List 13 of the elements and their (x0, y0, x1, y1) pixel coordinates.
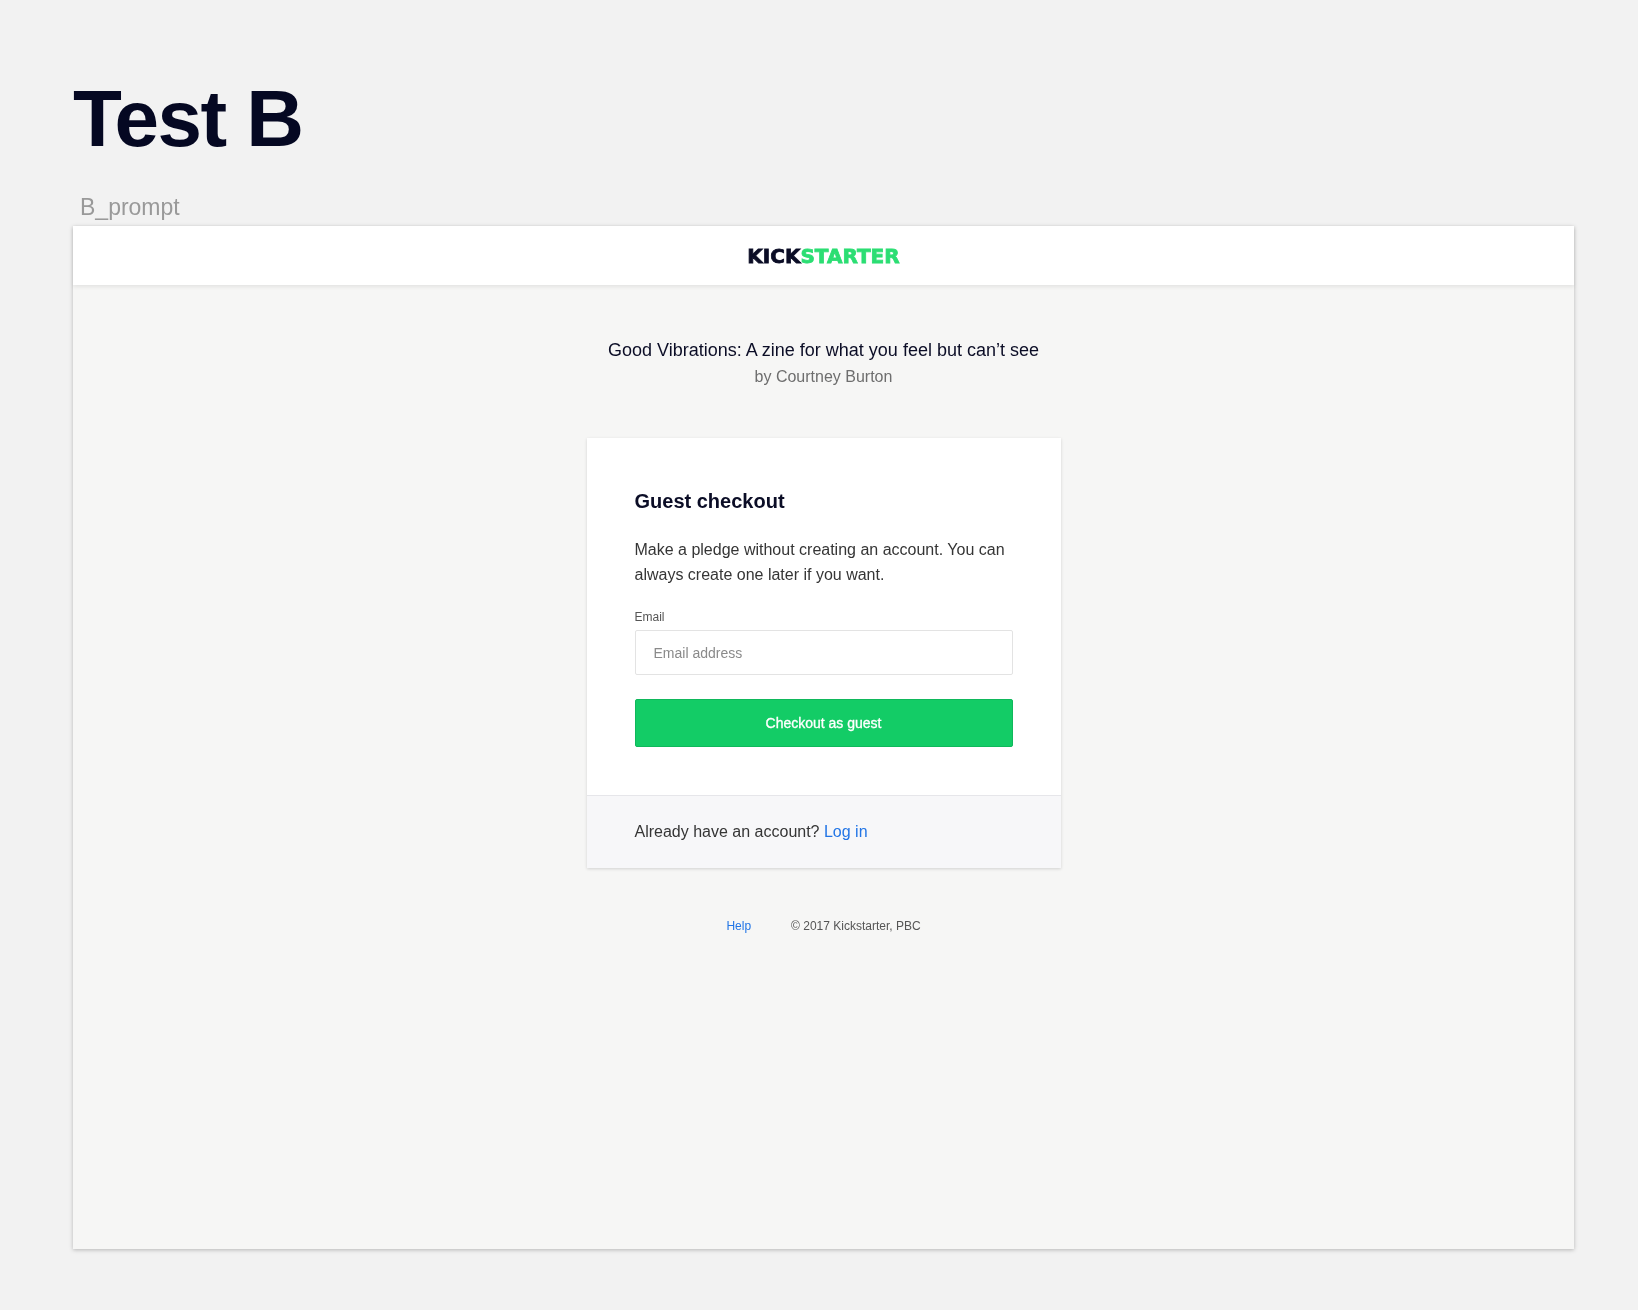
project-title: Good Vibrations: A zine for what you feel but can’t see (608, 339, 1039, 362)
email-input[interactable]: Email address (634, 630, 1013, 675)
page-heading: Test B (73, 79, 303, 159)
copyright-text: © 2017 Kickstarter, PBC (791, 918, 921, 934)
card-title: Guest checkout (634, 489, 785, 514)
login-link[interactable]: Log in (823, 823, 868, 840)
card-description: Make a pledge without creating an account. You can always create one later if you want. (634, 540, 1006, 585)
logo-wordmark[interactable]: KICKSTARTER (747, 244, 900, 267)
help-link[interactable]: Help (726, 918, 752, 934)
frame-label: B_prompt (80, 193, 180, 221)
login-prompt: Already have an account? Log in (634, 822, 868, 842)
creator-name: by Courtney Burton (754, 367, 893, 387)
email-label: Email (634, 609, 665, 625)
